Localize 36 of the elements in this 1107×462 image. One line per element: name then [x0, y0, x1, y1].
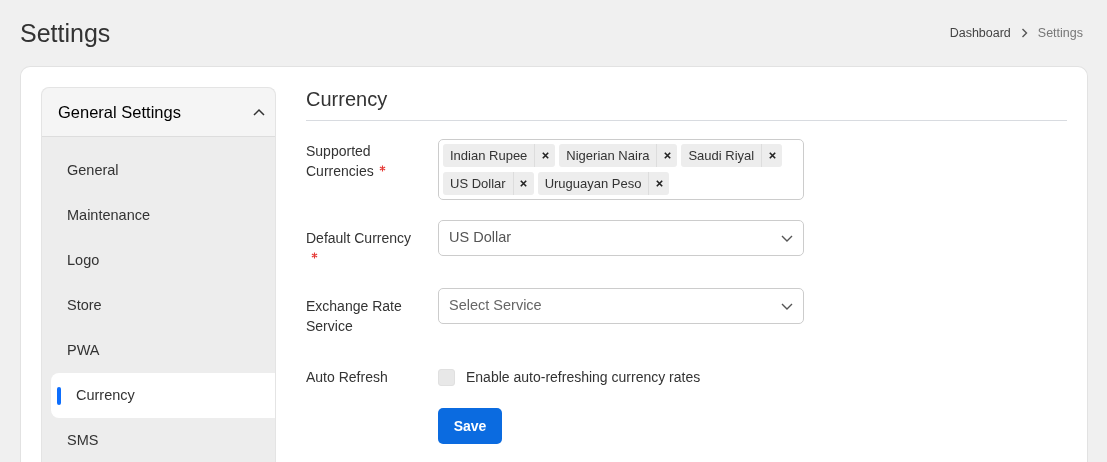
- tag-chip: Uruguayan Peso: [537, 171, 670, 195]
- chevron-down-icon: [781, 302, 793, 310]
- save-button[interactable]: Save: [438, 408, 502, 444]
- close-icon: [663, 152, 671, 159]
- tag-input-field[interactable]: Indian Rupee Nigerian Naira Saudi Riyal US Dollar Uruguayan Peso: [438, 139, 804, 200]
- select-field[interactable]: US Dollar: [438, 220, 804, 256]
- sidebar-item[interactable]: SMS: [42, 418, 275, 462]
- section-title: Currency: [306, 87, 1067, 121]
- close-icon: [768, 152, 776, 159]
- field-label: Exchange Rate Service: [306, 298, 402, 334]
- close-icon: [655, 179, 663, 187]
- sidebar-section-header[interactable]: General Settings: [42, 88, 275, 137]
- close-icon: [520, 179, 528, 187]
- tag-chip: Saudi Riyal: [681, 144, 783, 167]
- checkbox-label[interactable]: Enable auto-refreshing currency rates: [466, 367, 701, 388]
- field-label: Auto Refresh: [306, 369, 388, 385]
- chevron-down-icon: [781, 234, 793, 242]
- field-label: Supported Currencies: [306, 143, 374, 179]
- sidebar-item[interactable]: Logo: [42, 238, 275, 283]
- breadcrumb-current: Settings: [1037, 24, 1083, 42]
- field-label: Default Currency: [306, 230, 412, 246]
- tag-chip: Nigerian Naira: [559, 144, 678, 167]
- checkbox[interactable]: [438, 369, 455, 386]
- sidebar-item[interactable]: Maintenance: [42, 193, 275, 238]
- selection-indicator: [57, 387, 61, 405]
- sidebar-item[interactable]: PWA: [42, 328, 275, 373]
- tag-chip: Indian Rupee: [443, 144, 556, 167]
- sidebar-item[interactable]: Currency: [51, 373, 275, 418]
- sidebar-item[interactable]: General: [42, 148, 275, 193]
- select-field[interactable]: Select Service: [438, 288, 804, 324]
- tag-chip: US Dollar: [443, 171, 534, 195]
- sidebar-item[interactable]: Store: [42, 283, 275, 328]
- breadcrumb-link[interactable]: Dashboard: [949, 23, 1011, 43]
- close-icon: [541, 152, 549, 159]
- chevron-right-icon: [1020, 28, 1028, 38]
- page-title: Settings: [20, 18, 111, 48]
